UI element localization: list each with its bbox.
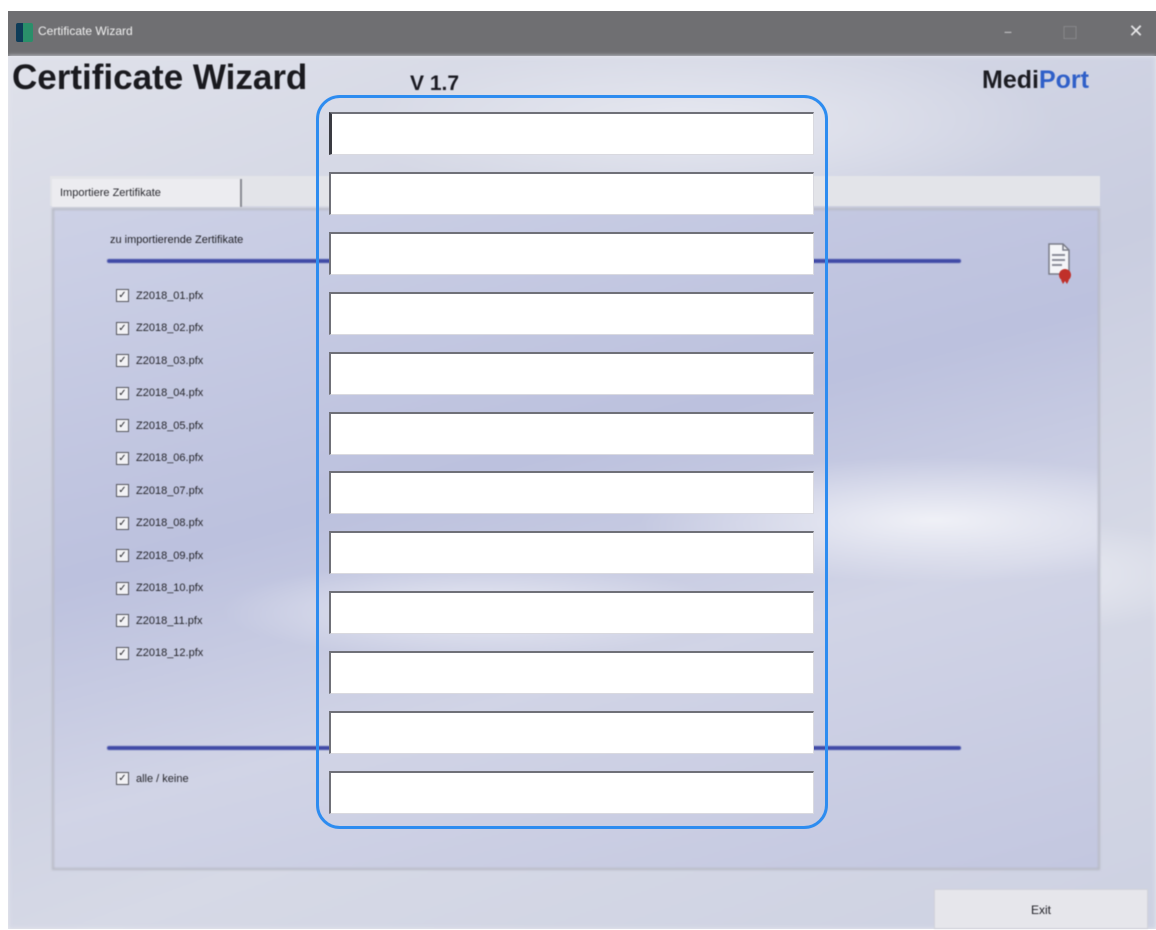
certificate-label: Z2018_08.pfx [136,517,204,529]
certificate-checkbox[interactable]: ✓ [116,354,129,367]
certificate-label: Z2018_11.pfx [136,614,203,627]
certificate-row[interactable]: ✓ Z2018_02.pfx [116,318,203,338]
certificate-file-icon [1048,243,1071,284]
minimize-button[interactable]: – [991,19,1025,45]
select-all-label: alle / keine [136,772,189,785]
brand-part-2: Port [1038,66,1089,94]
certificate-label: Z2018_07.pfx [136,484,204,497]
certificate-row[interactable]: ✓ Z2018_03.pfx [116,350,203,370]
certificate-checkbox[interactable]: ✓ [116,451,129,465]
certificate-label: Z2018_03.pfx [136,354,204,367]
tab-import-certificates[interactable]: Importiere Zertifikate [52,179,242,207]
window-title: Certificate Wizard [38,24,133,38]
certificate-row[interactable]: ✓ Z2018_01.pfx [116,285,203,305]
title-bar[interactable]: Certificate Wizard – □ ✕ [8,11,1156,56]
text-input-1[interactable] [329,112,814,155]
select-all-row[interactable]: ✓ alle / keine [116,768,189,788]
certificate-checkbox[interactable]: ✓ [116,614,129,627]
certificate-checkbox[interactable]: ✓ [116,386,129,400]
certificate-checkbox[interactable]: ✓ [116,419,129,432]
certificate-label: Z2018_01.pfx [136,289,204,302]
text-input-2[interactable] [329,171,814,215]
certificate-row[interactable]: ✓ Z2018_11.pfx [116,610,202,630]
brand-part-1: Medi [982,66,1039,94]
text-input-8[interactable] [329,531,814,575]
certificate-label: Z2018_09.pfx [136,549,204,562]
certificate-row[interactable]: ✓ Z2018_07.pfx [116,480,203,500]
certificate-checkbox[interactable]: ✓ [116,289,129,302]
certificate-row[interactable]: ✓ Z2018_10.pfx [116,578,203,598]
certificate-checkbox[interactable]: ✓ [116,516,129,530]
certificate-row[interactable]: ✓ Z2018_06.pfx [116,448,203,468]
text-input-6[interactable] [329,411,814,455]
certificate-checkbox[interactable]: ✓ [116,646,129,660]
certificate-label: Z2018_05.pfx [136,419,204,432]
text-input-12[interactable] [329,770,814,814]
certificate-label: Z2018_10.pfx [136,582,204,594]
text-input-3[interactable] [329,231,814,275]
certificate-checkbox[interactable]: ✓ [116,581,129,595]
text-input-9[interactable] [329,591,814,635]
certificate-row[interactable]: ✓ Z2018_05.pfx [116,415,203,435]
certificate-label: Z2018_06.pfx [136,452,204,464]
text-input-5[interactable] [329,351,814,395]
version-label: V 1.7 [410,72,460,95]
certificate-row[interactable]: ✓ Z2018_12.pfx [116,643,203,663]
certificate-label: Z2018_04.pfx [136,387,204,399]
certificate-checkbox[interactable]: ✓ [116,549,129,562]
text-input-10[interactable] [329,651,814,695]
certificate-row[interactable]: ✓ Z2018_04.pfx [116,383,203,403]
close-button[interactable]: ✕ [1119,19,1153,45]
certificate-row[interactable]: ✓ Z2018_09.pfx [116,545,203,565]
certificate-label: Z2018_02.pfx [136,322,204,334]
certificate-label: Z2018_12.pfx [136,647,204,659]
app-icon [16,23,33,42]
maximize-button[interactable]: □ [1053,19,1087,45]
brand-logo: MediPort [982,66,1089,95]
text-input-4[interactable] [329,291,814,335]
text-input-7[interactable] [329,471,814,515]
certificates-group-label: zu importierende Zertifikate [110,234,244,246]
certificate-checkbox[interactable]: ✓ [116,484,129,497]
app-heading: Certificate Wizard [12,58,308,97]
select-all-checkbox[interactable]: ✓ [116,772,129,785]
exit-button[interactable]: Exit [934,889,1148,929]
text-input-11[interactable] [329,711,814,754]
certificate-checkbox[interactable]: ✓ [116,321,129,335]
certificate-row[interactable]: ✓ Z2018_08.pfx [116,513,203,533]
